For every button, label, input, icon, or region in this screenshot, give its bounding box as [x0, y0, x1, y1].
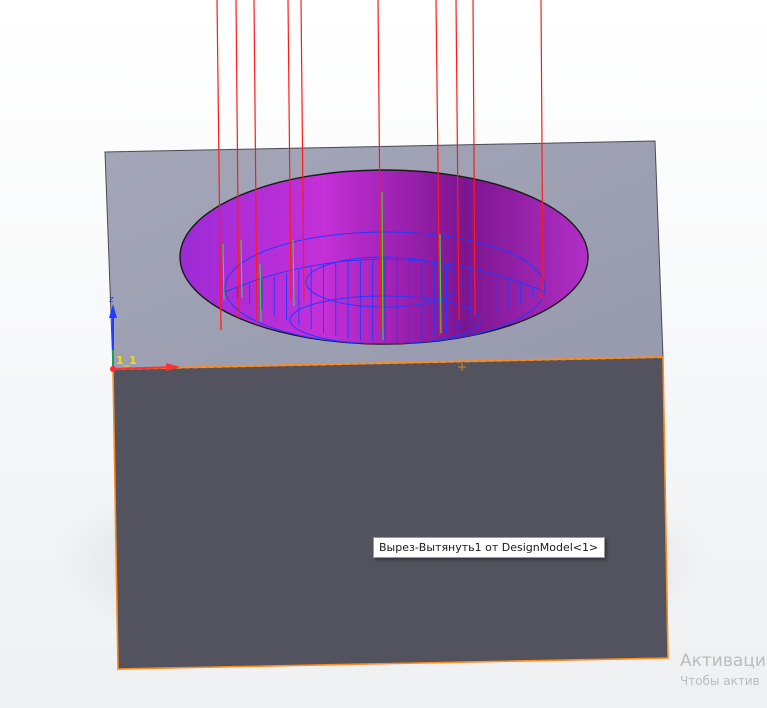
windows-activation-watermark: Активаци Чтобы актив [680, 650, 767, 690]
sketch-label: 1_1 [116, 354, 137, 367]
graphics-viewport[interactable]: z 1_1 Вырез-Вытянуть1 от DesignModel<1> … [0, 0, 767, 708]
z-axis-label: z [109, 295, 114, 305]
activation-title: Активаци [680, 651, 766, 671]
front-face[interactable] [112, 356, 669, 670]
activation-subtitle: Чтобы актив [680, 674, 760, 688]
model-scene[interactable]: z 1_1 [0, 0, 767, 708]
feature-tooltip: Вырез-Вытянуть1 от DesignModel<1> [373, 537, 606, 558]
